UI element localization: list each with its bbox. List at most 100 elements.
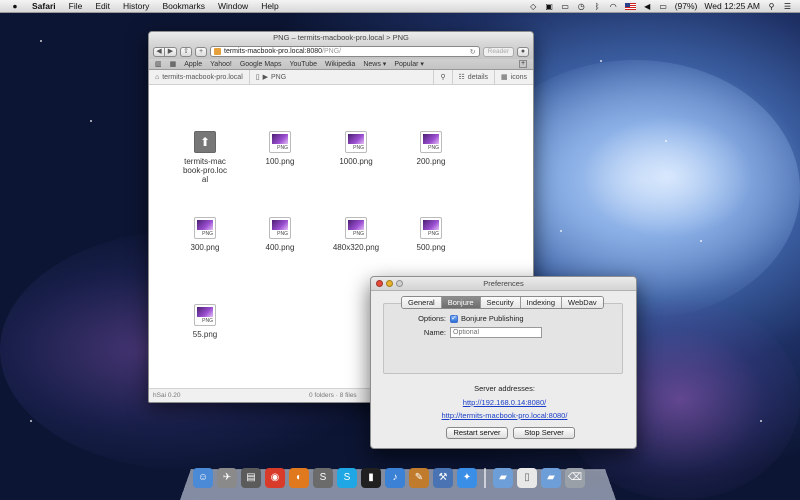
server-address-ip-link[interactable]: http://192.168.0.14:8080/ <box>371 398 638 407</box>
tab-indexing[interactable]: Indexing <box>519 297 561 308</box>
thumb-label: PNG <box>353 145 364 151</box>
png-thumbnail-icon: PNG <box>269 131 291 153</box>
menu-help[interactable]: Help <box>261 1 278 11</box>
restart-server-button[interactable]: Restart server <box>446 427 508 439</box>
menu-bookmarks[interactable]: Bookmarks <box>162 1 205 11</box>
file-item[interactable]: PNG 500.png <box>396 217 466 252</box>
bookmark-wikipedia[interactable]: Wikipedia <box>325 61 355 68</box>
apple-menu-icon[interactable]: ● <box>10 1 20 11</box>
menu-window[interactable]: Window <box>218 1 248 11</box>
star <box>665 140 667 142</box>
share-button[interactable]: ⇧ <box>180 46 192 57</box>
reload-icon[interactable]: ↻ <box>470 48 476 56</box>
breadcrumb-host-label: termits-macbook-pro.local <box>162 73 243 81</box>
safari-icon[interactable]: ✦ <box>457 468 477 488</box>
bookmark-yahoo[interactable]: Yahoo! <box>210 61 232 68</box>
icons-view-button[interactable]: ▦ icons <box>494 69 533 85</box>
wifi-icon[interactable]: ◠ <box>609 2 618 11</box>
browser-titlebar: PNG – termits-macbook-pro.local > PNG <box>149 32 533 44</box>
terminal-icon[interactable]: ▮ <box>361 468 381 488</box>
close-icon[interactable] <box>376 280 383 287</box>
preferences-titlebar: Preferences <box>371 277 636 291</box>
volume-icon[interactable]: ◀ <box>643 2 652 11</box>
spotlight-icon[interactable]: ⚲ <box>767 2 776 11</box>
sublime-icon[interactable]: S <box>313 468 333 488</box>
url-host: termits-macbook-pro.local:8080 <box>224 48 323 55</box>
server-addresses-heading: Server addresses: <box>474 384 535 393</box>
photo-booth-icon[interactable]: ▤ <box>241 468 261 488</box>
growl-icon[interactable]: ✎ <box>409 468 429 488</box>
bookmark-news[interactable]: News ▾ <box>363 60 386 68</box>
menu-app-safari[interactable]: Safari <box>32 1 56 11</box>
add-bookmark-button[interactable]: + <box>195 46 207 57</box>
launchpad-icon[interactable]: ✈ <box>217 468 237 488</box>
display-icon[interactable]: ▣ <box>545 2 554 11</box>
search-icon: ⚲ <box>440 74 446 81</box>
search-button[interactable]: ⚲ <box>433 69 451 85</box>
bookmark-apple[interactable]: Apple <box>184 61 202 68</box>
file-name: 300.png <box>190 243 220 252</box>
file-item[interactable]: PNG 480x320.png <box>321 217 391 252</box>
zoom-icon[interactable] <box>396 280 403 287</box>
time-machine-icon[interactable]: ◷ <box>577 2 586 11</box>
details-view-button[interactable]: ☷ details <box>451 69 495 85</box>
forward-button[interactable]: ▶ <box>165 46 177 57</box>
favicon-icon <box>214 48 221 55</box>
breadcrumb-item-png[interactable]: ▯ ▶ PNG <box>248 69 292 85</box>
us-flag-input-icon[interactable] <box>624 2 636 10</box>
firefox-icon[interactable]: ◐ <box>289 468 309 488</box>
file-name: termits-macbook-pro.local <box>182 157 228 184</box>
documents-folder-icon[interactable]: ▯ <box>517 468 537 488</box>
menu-edit[interactable]: Edit <box>95 1 110 11</box>
topsites-icon[interactable]: ▦ <box>170 60 177 68</box>
thumb-label: PNG <box>428 231 439 237</box>
bookmark-google-maps[interactable]: Google Maps <box>240 61 282 68</box>
battery-icon[interactable]: ▭ <box>659 2 668 11</box>
address-bar[interactable]: termits-macbook-pro.local:8080 /PNG/ ↻ <box>210 46 480 57</box>
menu-file[interactable]: File <box>69 1 83 11</box>
applications-folder-icon[interactable]: ▰ <box>493 468 513 488</box>
png-thumbnail-icon: PNG <box>194 217 216 239</box>
back-button[interactable]: ◀ <box>153 46 165 57</box>
trash-icon[interactable]: ⌫ <box>565 468 585 488</box>
file-item[interactable]: PNG 300.png <box>170 217 240 252</box>
file-item[interactable]: PNG 400.png <box>245 217 315 252</box>
star <box>30 420 32 422</box>
server-address-host-link[interactable]: http://termits-macbook-pro.local:8080/ <box>371 411 638 420</box>
tab-bonjure[interactable]: Bonjure <box>440 297 480 308</box>
bookmark-youtube[interactable]: YouTube <box>289 61 317 68</box>
bonjour-publishing-checkbox[interactable]: ✓ <box>450 314 458 323</box>
downloads-button[interactable]: ● <box>517 46 529 57</box>
bookmarks-icon[interactable]: ▥ <box>155 60 162 68</box>
file-item-parent[interactable]: ⬆ termits-macbook-pro.local <box>170 131 240 184</box>
thumb-label: PNG <box>202 318 213 324</box>
tab-security[interactable]: Security <box>479 297 520 308</box>
file-item[interactable]: PNG 1000.png <box>321 131 391 166</box>
menubar-clock[interactable]: Wed 12:25 AM <box>704 1 760 11</box>
bluetooth-icon[interactable]: ᛒ <box>593 2 602 11</box>
dropbox-icon[interactable]: ◇ <box>529 2 538 11</box>
downloads-folder-icon[interactable]: ▰ <box>541 468 561 488</box>
chrome-icon[interactable]: ◉ <box>265 468 285 488</box>
tab-general[interactable]: General <box>402 297 441 308</box>
finder-icon[interactable]: ☺ <box>193 468 213 488</box>
airplay-icon[interactable]: ▭ <box>561 2 570 11</box>
xcode-icon[interactable]: ⚒ <box>433 468 453 488</box>
url-path: /PNG/ <box>322 48 342 55</box>
file-item[interactable]: PNG 200.png <box>396 131 466 166</box>
skype-icon[interactable]: S <box>337 468 357 488</box>
file-item[interactable]: PNG 100.png <box>245 131 315 166</box>
minimize-icon[interactable] <box>386 280 393 287</box>
tab-webdav[interactable]: WebDav <box>561 297 603 308</box>
bookmark-popular[interactable]: Popular ▾ <box>394 60 424 68</box>
stop-server-button[interactable]: Stop Server <box>513 427 575 439</box>
name-input[interactable] <box>450 327 542 338</box>
reader-button[interactable]: Reader <box>482 46 514 57</box>
png-thumbnail-icon: PNG <box>269 217 291 239</box>
notification-center-icon[interactable]: ☰ <box>783 2 792 11</box>
new-tab-button[interactable]: + <box>519 60 527 68</box>
file-item[interactable]: PNG 55.png <box>170 304 240 339</box>
menu-history[interactable]: History <box>123 1 149 11</box>
breadcrumb-item-host[interactable]: ⌂ termits-macbook-pro.local <box>149 70 249 85</box>
itunes-icon[interactable]: ♪ <box>385 468 405 488</box>
